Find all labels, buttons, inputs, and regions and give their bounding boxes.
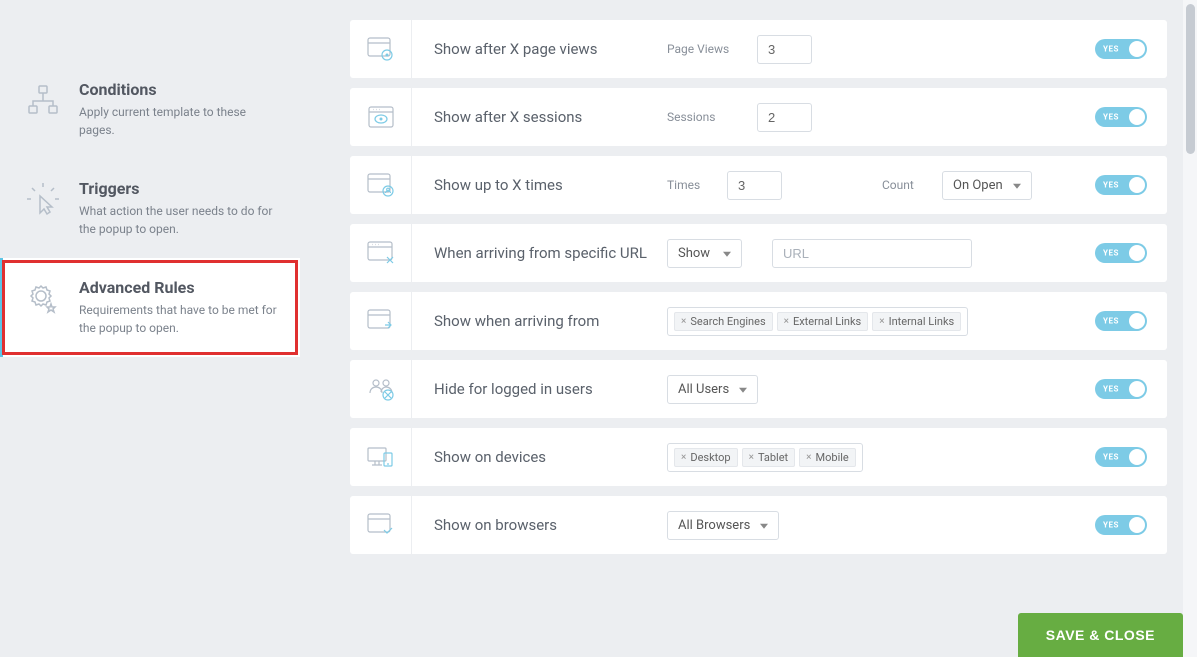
sidebar-item-desc: Requirements that have to be met for the…	[79, 301, 280, 337]
rule-title: Hide for logged in users	[412, 380, 667, 398]
times-icon	[350, 156, 412, 214]
rule-title: Show when arriving from	[412, 312, 667, 330]
flowchart-icon	[23, 80, 63, 120]
tag-remove-icon[interactable]: ×	[749, 452, 754, 463]
toggle-hide-users[interactable]: YES	[1095, 379, 1147, 399]
sessions-icon	[350, 88, 412, 146]
toggle-url[interactable]: YES	[1095, 243, 1147, 263]
times-input[interactable]	[727, 171, 782, 200]
sidebar-item-conditions[interactable]: Conditions Apply current template to the…	[0, 60, 300, 159]
url-icon	[350, 224, 412, 282]
toggle-sessions[interactable]: YES	[1095, 107, 1147, 127]
rule-title: When arriving from specific URL	[412, 244, 667, 262]
main-content: Show after X page views Page Views YES S…	[300, 0, 1197, 657]
toggle-times[interactable]: YES	[1095, 175, 1147, 195]
browsers-icon	[350, 496, 412, 554]
scrollbar-thumb[interactable]	[1186, 4, 1195, 154]
url-input[interactable]	[772, 239, 972, 268]
url-mode-select[interactable]: Show	[667, 239, 742, 268]
sidebar-item-desc: What action the user needs to do for the…	[79, 202, 280, 238]
arriving-tags[interactable]: ×Search Engines ×External Links ×Interna…	[667, 307, 968, 336]
rule-title: Show after X page views	[412, 40, 667, 58]
sidebar: Conditions Apply current template to the…	[0, 0, 300, 657]
sidebar-item-title: Triggers	[79, 179, 280, 198]
click-icon	[23, 179, 63, 219]
tag-remove-icon[interactable]: ×	[784, 316, 789, 327]
rule-title: Show after X sessions	[412, 108, 667, 126]
users-icon	[350, 360, 412, 418]
tag-remove-icon[interactable]: ×	[879, 316, 884, 327]
arriving-icon	[350, 292, 412, 350]
rule-arriving: Show when arriving from ×Search Engines …	[350, 292, 1167, 350]
field-label: Times	[667, 178, 707, 192]
field-label: Sessions	[667, 110, 737, 124]
toggle-devices[interactable]: YES	[1095, 447, 1147, 467]
rule-times: Show up to X times Times Count On Open Y…	[350, 156, 1167, 214]
scrollbar[interactable]	[1183, 0, 1197, 657]
gear-star-icon	[23, 278, 63, 318]
rule-page-views: Show after X page views Page Views YES	[350, 20, 1167, 78]
field-label: Page Views	[667, 42, 737, 56]
rule-title: Show on browsers	[412, 516, 667, 534]
sidebar-item-desc: Apply current template to these pages.	[79, 103, 280, 139]
tag-remove-icon[interactable]: ×	[681, 316, 686, 327]
rule-title: Show on devices	[412, 448, 667, 466]
toggle-page-views[interactable]: YES	[1095, 39, 1147, 59]
sessions-input[interactable]	[757, 103, 812, 132]
rule-hide-users: Hide for logged in users All Users YES	[350, 360, 1167, 418]
devices-tags[interactable]: ×Desktop ×Tablet ×Mobile	[667, 443, 863, 472]
tag-remove-icon[interactable]: ×	[806, 452, 811, 463]
sidebar-item-title: Advanced Rules	[79, 278, 280, 297]
rule-url: When arriving from specific URL Show YES	[350, 224, 1167, 282]
toggle-arriving[interactable]: YES	[1095, 311, 1147, 331]
sidebar-item-title: Conditions	[79, 80, 280, 99]
tag-remove-icon[interactable]: ×	[681, 452, 686, 463]
save-close-button[interactable]: SAVE & CLOSE	[1018, 613, 1183, 657]
browsers-select[interactable]: All Browsers	[667, 511, 779, 540]
devices-icon	[350, 428, 412, 486]
tag[interactable]: ×Search Engines	[674, 312, 773, 331]
page-views-icon	[350, 20, 412, 78]
tag[interactable]: ×External Links	[777, 312, 869, 331]
users-select[interactable]: All Users	[667, 375, 758, 404]
rule-title: Show up to X times	[412, 176, 667, 194]
sidebar-item-advanced-rules[interactable]: Advanced Rules Requirements that have to…	[0, 258, 300, 357]
tag[interactable]: ×Tablet	[742, 448, 796, 467]
tag[interactable]: ×Desktop	[674, 448, 738, 467]
rule-browsers: Show on browsers All Browsers YES	[350, 496, 1167, 554]
tag[interactable]: ×Internal Links	[872, 312, 961, 331]
count-label: Count	[882, 178, 922, 192]
tag[interactable]: ×Mobile	[799, 448, 856, 467]
rule-devices: Show on devices ×Desktop ×Tablet ×Mobile…	[350, 428, 1167, 486]
sidebar-item-triggers[interactable]: Triggers What action the user needs to d…	[0, 159, 300, 258]
page-views-input[interactable]	[757, 35, 812, 64]
rule-sessions: Show after X sessions Sessions YES	[350, 88, 1167, 146]
count-select[interactable]: On Open	[942, 171, 1032, 200]
toggle-browsers[interactable]: YES	[1095, 515, 1147, 535]
